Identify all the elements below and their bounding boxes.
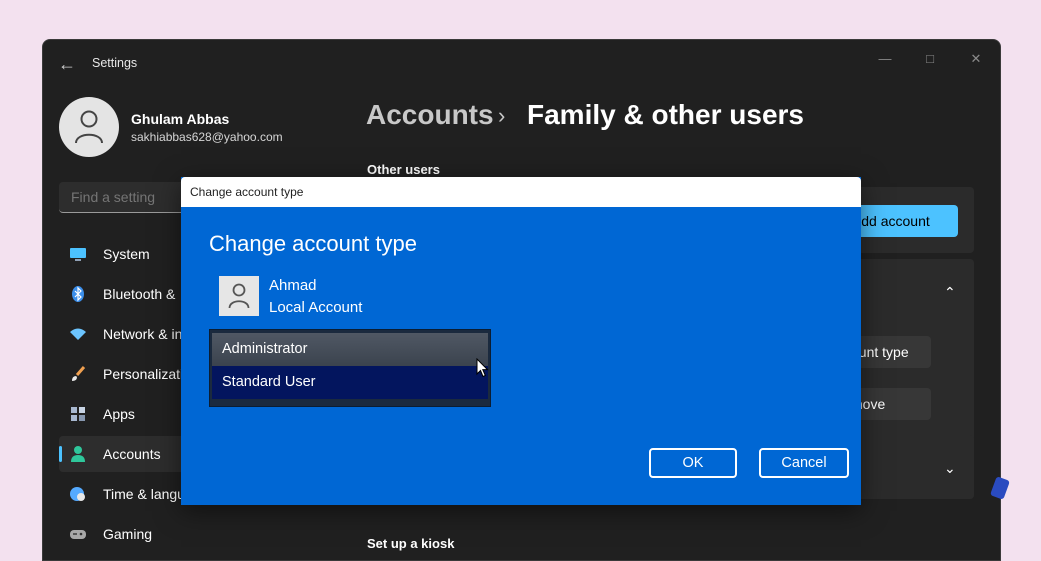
globe-clock-icon bbox=[70, 487, 85, 501]
wifi-icon bbox=[70, 328, 86, 340]
maximize-button[interactable]: □ bbox=[910, 48, 950, 70]
breadcrumb-parent[interactable]: Accounts bbox=[366, 99, 494, 131]
chevron-down-icon[interactable]: ⌄ bbox=[944, 460, 956, 477]
sidebar-item-label: Personalizatio bbox=[103, 366, 191, 382]
dialog-heading: Change account type bbox=[209, 231, 417, 256]
minimize-button[interactable]: — bbox=[865, 48, 905, 70]
breadcrumb-separator: › bbox=[498, 103, 506, 128]
account-type-dropdown[interactable]: Administrator Standard User bbox=[209, 329, 491, 407]
avatar[interactable] bbox=[59, 97, 119, 157]
monitor-icon bbox=[70, 248, 86, 261]
option-standard-user[interactable]: Standard User bbox=[212, 366, 488, 399]
close-button[interactable]: ✕ bbox=[956, 48, 996, 70]
kiosk-heading: Set up a kiosk bbox=[367, 536, 455, 551]
app-title: Settings bbox=[92, 56, 138, 70]
chevron-up-icon[interactable]: ⌃ bbox=[944, 284, 956, 301]
sidebar-item-label: Time & langu bbox=[103, 486, 185, 502]
title-bar: ← Settings — □ ✕ bbox=[43, 40, 1000, 86]
account-avatar bbox=[219, 276, 259, 316]
page-title: Family & other users bbox=[527, 99, 804, 130]
apps-icon bbox=[71, 407, 85, 421]
other-users-heading: Other users bbox=[367, 162, 440, 177]
dialog-window-title: Change account type bbox=[190, 185, 304, 199]
user-name: Ghulam Abbas bbox=[131, 111, 230, 127]
sidebar-item-label: Bluetooth & bbox=[103, 286, 176, 302]
account-kind: Local Account bbox=[269, 299, 363, 316]
person-icon bbox=[228, 283, 250, 309]
sidebar-item-label: Accounts bbox=[103, 446, 161, 462]
user-email: sakhiabbas628@yahoo.com bbox=[131, 130, 283, 144]
account-name: Ahmad bbox=[269, 277, 317, 294]
sidebar-item-label: System bbox=[103, 246, 150, 262]
bluetooth-icon bbox=[72, 286, 84, 302]
change-account-type-dialog: Change account type Change account type … bbox=[181, 177, 861, 505]
sidebar-item-label: Apps bbox=[103, 406, 135, 422]
gamepad-icon bbox=[70, 530, 86, 539]
brush-icon bbox=[72, 366, 86, 381]
active-indicator bbox=[59, 446, 62, 462]
option-administrator[interactable]: Administrator bbox=[212, 333, 488, 366]
back-arrow-icon[interactable]: ← bbox=[57, 54, 77, 74]
sidebar-item-label: Gaming bbox=[103, 526, 153, 542]
cancel-button[interactable]: Cancel bbox=[759, 448, 849, 478]
ok-button[interactable]: OK bbox=[649, 448, 737, 478]
mouse-cursor-icon bbox=[476, 358, 489, 378]
dialog-title-bar: Change account type bbox=[181, 177, 861, 207]
person-icon bbox=[71, 446, 85, 462]
sidebar-item-label: Network & in bbox=[103, 326, 183, 342]
person-icon bbox=[75, 110, 103, 144]
